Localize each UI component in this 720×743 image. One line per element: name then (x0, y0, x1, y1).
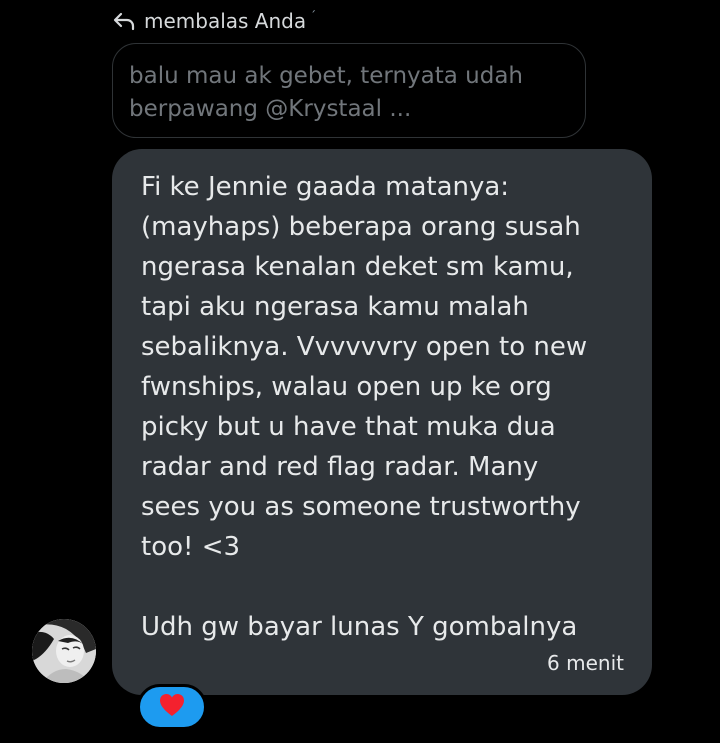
reply-arrow-icon (112, 11, 136, 31)
reaction-button[interactable] (137, 684, 207, 730)
user-avatar[interactable] (32, 619, 96, 683)
quoted-message-text: balu mau ak gebet, ternyata udah berpawa… (129, 63, 523, 122)
message-timestamp: 6 menit (547, 651, 624, 675)
message-bubble[interactable]: Fi ke Jennie gaada matanya: (mayhaps) be… (112, 149, 652, 695)
message-text: Fi ke Jennie gaada matanya: (mayhaps) be… (141, 172, 588, 642)
avatar-image (32, 619, 96, 683)
heart-icon (158, 692, 186, 722)
reply-label: membalas Anda (144, 9, 307, 33)
reply-label-suffix: ´ (310, 9, 317, 23)
quoted-message[interactable]: balu mau ak gebet, ternyata udah berpawa… (112, 43, 586, 138)
reply-header: membalas Anda ´ (112, 8, 316, 34)
